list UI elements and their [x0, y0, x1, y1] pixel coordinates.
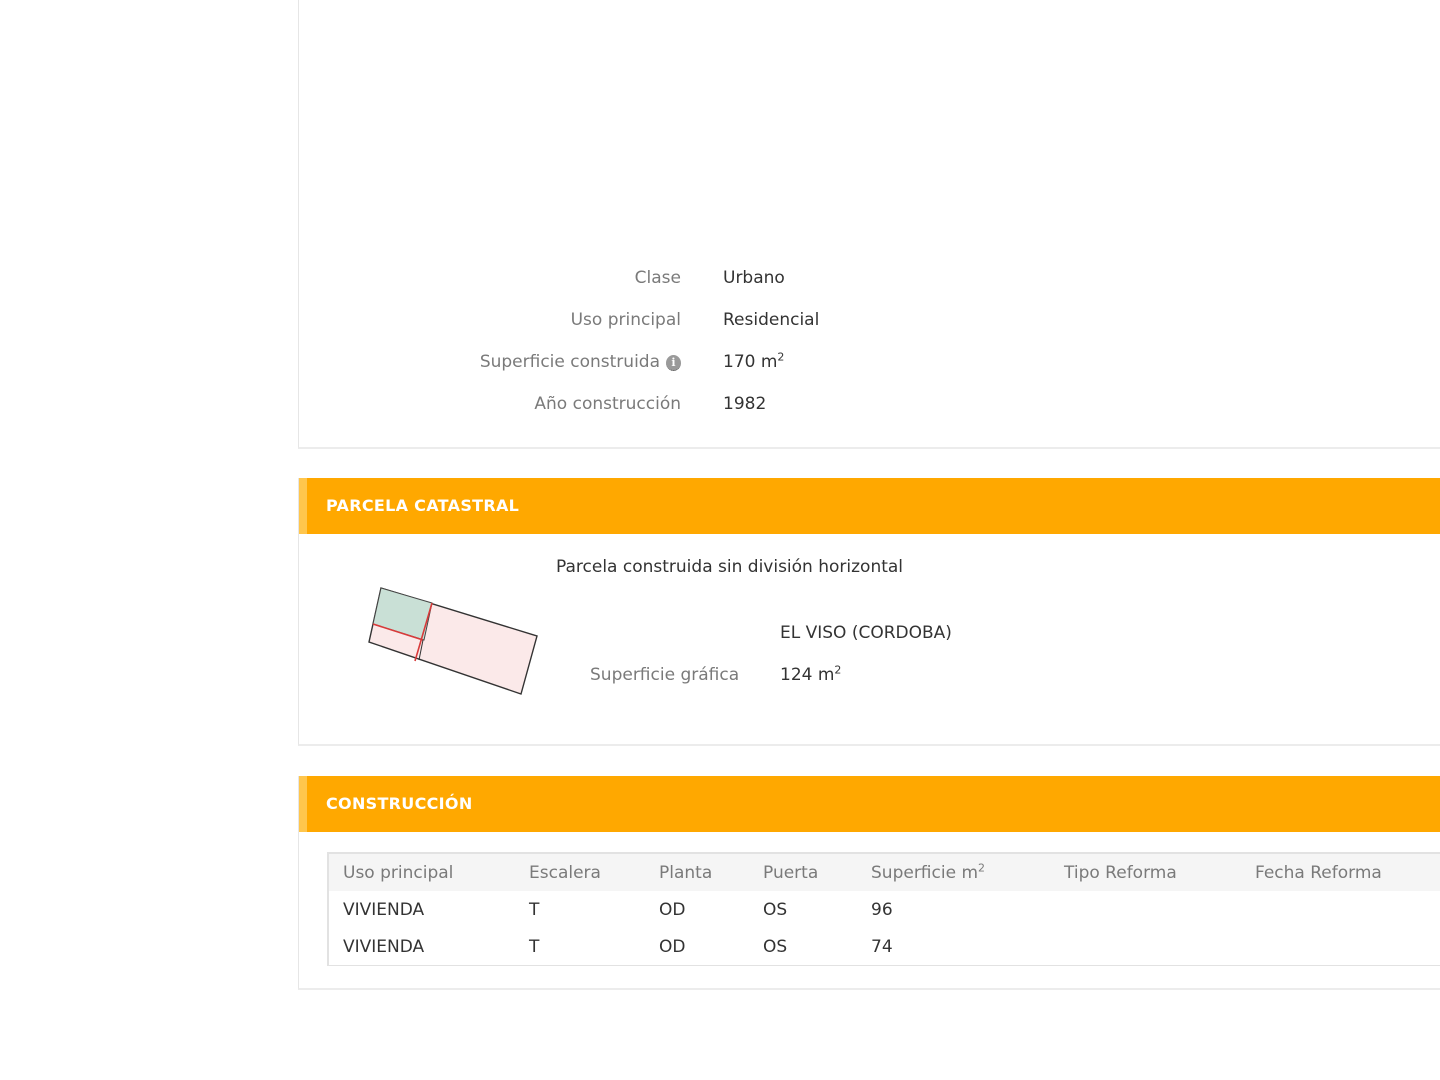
- parcela-panel: PARCELA CATASTRAL Parcela construida sin…: [298, 478, 1440, 746]
- header-puerta: Puerta: [763, 863, 819, 883]
- uso-principal-value: Residencial: [723, 310, 820, 330]
- superficie-construida-label: Superficie construida: [479, 352, 660, 372]
- superficie-construida-label-wrap: Superficie construida i: [480, 352, 681, 372]
- cell-puerta: OS: [763, 900, 788, 920]
- row-superficie: Superficie construida i: [299, 352, 681, 382]
- superficie-grafica-label: Superficie gráfica: [590, 665, 740, 685]
- parcela-title: PARCELA CATASTRAL: [326, 496, 520, 515]
- header-escalera: Escalera: [529, 863, 601, 883]
- parcela-header: PARCELA CATASTRAL: [299, 478, 1440, 534]
- header-uso-principal: Uso principal: [343, 863, 454, 883]
- cell-escalera: T: [529, 937, 540, 957]
- row-anio: Año construcción: [299, 394, 681, 424]
- clase-value: Urbano: [723, 268, 785, 288]
- superficie-grafica-number: 124 m: [780, 665, 835, 685]
- construccion-panel: CONSTRUCCIÓN Uso principal Escalera Plan…: [298, 776, 1440, 990]
- construccion-table: Uso principal Escalera Planta Puerta Sup…: [327, 852, 1440, 966]
- anio-construccion-value: 1982: [723, 394, 767, 414]
- construccion-title: CONSTRUCCIÓN: [326, 794, 473, 813]
- construccion-header: CONSTRUCCIÓN: [299, 776, 1440, 832]
- info-icon[interactable]: i: [666, 355, 681, 371]
- clase-label: Clase: [634, 268, 681, 288]
- header-superficie: Superficie m2: [871, 861, 986, 883]
- superficie-construida-value: 170 m2: [723, 350, 785, 372]
- cell-superficie: 74: [871, 937, 893, 957]
- row-uso: Uso principal: [299, 310, 681, 340]
- header-tipo-reforma: Tipo Reforma: [1064, 863, 1177, 883]
- cell-uso: VIVIENDA: [343, 900, 425, 920]
- superficie-grafica-sup: 2: [834, 663, 842, 677]
- cell-planta: OD: [659, 937, 686, 957]
- parcel-map-image[interactable]: [365, 584, 545, 696]
- parcela-description: Parcela construida sin división horizont…: [556, 557, 904, 577]
- table-row: VIVIENDA T OD OS 96: [329, 891, 1440, 929]
- anio-construccion-label: Año construcción: [534, 394, 681, 414]
- header-superficie-text: Superficie m: [871, 863, 979, 883]
- table-row: VIVIENDA T OD OS 74: [329, 928, 1440, 965]
- header-fecha-reforma: Fecha Reforma: [1255, 863, 1382, 883]
- parcela-municipio: EL VISO (CORDOBA): [780, 623, 952, 643]
- cell-puerta: OS: [763, 937, 788, 957]
- header-superficie-sup: 2: [978, 861, 986, 875]
- superficie-construida-sup: 2: [777, 350, 785, 364]
- superficie-grafica-value: 124 m2: [780, 663, 842, 685]
- cell-planta: OD: [659, 900, 686, 920]
- cell-escalera: T: [529, 900, 540, 920]
- cell-uso: VIVIENDA: [343, 937, 425, 957]
- row-clase: Clase: [299, 268, 681, 298]
- table-header-row: Uso principal Escalera Planta Puerta Sup…: [329, 854, 1440, 891]
- uso-principal-label: Uso principal: [570, 310, 681, 330]
- superficie-construida-number: 170 m: [723, 352, 778, 372]
- inmueble-panel: Clase Urbano Uso principal Residencial S…: [298, 0, 1440, 449]
- header-planta: Planta: [659, 863, 713, 883]
- cell-superficie: 96: [871, 900, 893, 920]
